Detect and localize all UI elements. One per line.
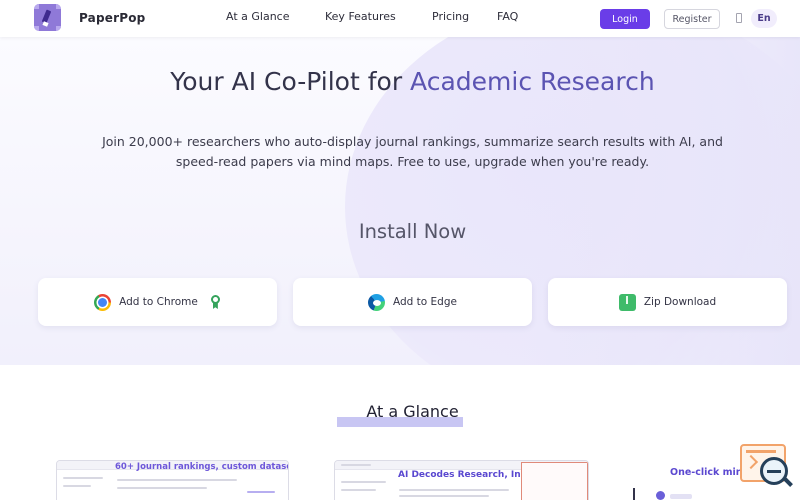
hero-title: Your AI Co-Pilot for Academic Research xyxy=(0,67,800,96)
zip-icon xyxy=(618,293,636,311)
register-button[interactable]: Register xyxy=(664,9,720,29)
mind-map-node xyxy=(656,491,665,500)
hero-section: Your AI Co-Pilot for Academic Research J… xyxy=(0,37,800,365)
zip-download-button[interactable]: Zip Download xyxy=(548,278,787,326)
hero-subtitle-line: speed-read papers via mind maps. Free to… xyxy=(175,154,650,169)
hero-subtitle-line: Join 20,000+ researchers who auto-displa… xyxy=(102,134,723,149)
nav-pricing[interactable]: Pricing xyxy=(432,10,469,23)
hero-title-accent: Academic Research xyxy=(410,67,655,96)
glance-section-title: At a Glance xyxy=(366,402,459,421)
nav-at-a-glance[interactable]: At a Glance xyxy=(226,10,290,23)
award-badge-icon xyxy=(210,295,221,309)
add-to-edge-button[interactable]: Add to Edge xyxy=(293,278,532,326)
edge-icon xyxy=(368,293,385,311)
login-button[interactable]: Login xyxy=(600,9,650,29)
install-option-label: Add to Edge xyxy=(393,296,457,308)
hero-subtitle: Join 20,000+ researchers who auto-displa… xyxy=(90,132,735,172)
install-option-label: Zip Download xyxy=(643,296,717,308)
language-switch[interactable]: En xyxy=(751,9,777,28)
language-icon[interactable] xyxy=(736,13,742,23)
brand-name[interactable]: PaperPop xyxy=(79,11,145,25)
ai-summary-panel xyxy=(521,462,588,500)
hero-title-prefix: Your AI Co-Pilot for xyxy=(170,67,411,96)
support-chat-widget[interactable] xyxy=(740,444,793,490)
glance-card-caption: 60+ Journal rankings, custom datasets xyxy=(115,462,289,472)
glance-card-ai-decodes[interactable]: AI Decodes Research, Instantly. xyxy=(334,460,589,500)
chrome-icon xyxy=(94,293,112,311)
glance-card-journal-rankings[interactable]: 60+ Journal rankings, custom datasets xyxy=(56,460,289,500)
add-to-chrome-button[interactable]: Add to Chrome xyxy=(38,278,277,326)
mind-map-label-bar xyxy=(670,494,692,499)
top-nav-bar: PaperPop At a Glance Key Features Pricin… xyxy=(0,0,800,37)
mind-map-branch xyxy=(633,488,635,500)
nav-key-features[interactable]: Key Features xyxy=(325,10,396,23)
install-option-label: Add to Chrome xyxy=(119,296,198,308)
install-title: Install Now xyxy=(358,220,467,243)
nav-faq[interactable]: FAQ xyxy=(497,10,518,23)
paperpop-logo-icon[interactable] xyxy=(34,4,61,31)
